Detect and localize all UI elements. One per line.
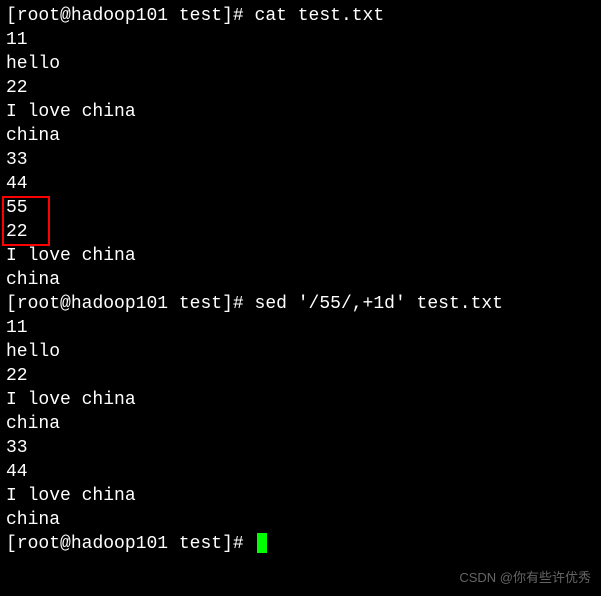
prompt-dir: test <box>179 294 222 314</box>
prompt-at: @ <box>60 534 71 554</box>
prompt-close-bracket: ] <box>222 534 233 554</box>
output-line: 33 <box>6 436 601 460</box>
prompt-symbol: # <box>233 294 244 314</box>
prompt-close-bracket: ] <box>222 6 233 26</box>
output-line: hello <box>6 52 601 76</box>
prompt-at: @ <box>60 294 71 314</box>
prompt-host: hadoop101 <box>71 534 168 554</box>
output-line: I love china <box>6 388 601 412</box>
prompt-space <box>168 534 179 554</box>
output-line: china <box>6 124 601 148</box>
terminal-output: [root@hadoop101 test]# cat test.txt 11 h… <box>0 0 601 556</box>
prompt-space <box>168 6 179 26</box>
watermark: CSDN @你有些许优秀 <box>459 566 591 590</box>
prompt-line-2: [root@hadoop101 test]# sed '/55/,+1d' te… <box>6 292 601 316</box>
output-line: hello <box>6 340 601 364</box>
prompt-close-bracket: ] <box>222 294 233 314</box>
output-line: I love china <box>6 244 601 268</box>
prompt-open-bracket: [ <box>6 534 17 554</box>
prompt-dir: test <box>179 6 222 26</box>
output-line: china <box>6 508 601 532</box>
prompt-line-3[interactable]: [root@hadoop101 test]# <box>6 532 601 556</box>
prompt-gap <box>244 294 255 314</box>
output-line: 22 <box>6 364 601 388</box>
command-2: sed '/55/,+1d' test.txt <box>255 294 503 314</box>
prompt-host: hadoop101 <box>71 294 168 314</box>
output-line: 44 <box>6 172 601 196</box>
prompt-at: @ <box>60 6 71 26</box>
prompt-user: root <box>17 534 60 554</box>
output-line: china <box>6 268 601 292</box>
output-line: 33 <box>6 148 601 172</box>
output-line: 55 <box>6 196 601 220</box>
prompt-open-bracket: [ <box>6 294 17 314</box>
output-line: 22 <box>6 76 601 100</box>
prompt-open-bracket: [ <box>6 6 17 26</box>
output-line: china <box>6 412 601 436</box>
prompt-user: root <box>17 6 60 26</box>
cursor-icon <box>257 533 267 553</box>
prompt-host: hadoop101 <box>71 6 168 26</box>
prompt-line-1: [root@hadoop101 test]# cat test.txt <box>6 4 601 28</box>
prompt-space <box>168 294 179 314</box>
command-1: cat test.txt <box>255 6 385 26</box>
prompt-symbol: # <box>233 6 244 26</box>
output-line: I love china <box>6 484 601 508</box>
output-line: 44 <box>6 460 601 484</box>
prompt-gap <box>244 6 255 26</box>
prompt-symbol: # <box>233 534 244 554</box>
prompt-user: root <box>17 294 60 314</box>
output-line: 22 <box>6 220 601 244</box>
output-line: I love china <box>6 100 601 124</box>
output-line: 11 <box>6 316 601 340</box>
output-line: 11 <box>6 28 601 52</box>
prompt-dir: test <box>179 534 222 554</box>
prompt-gap <box>244 534 255 554</box>
